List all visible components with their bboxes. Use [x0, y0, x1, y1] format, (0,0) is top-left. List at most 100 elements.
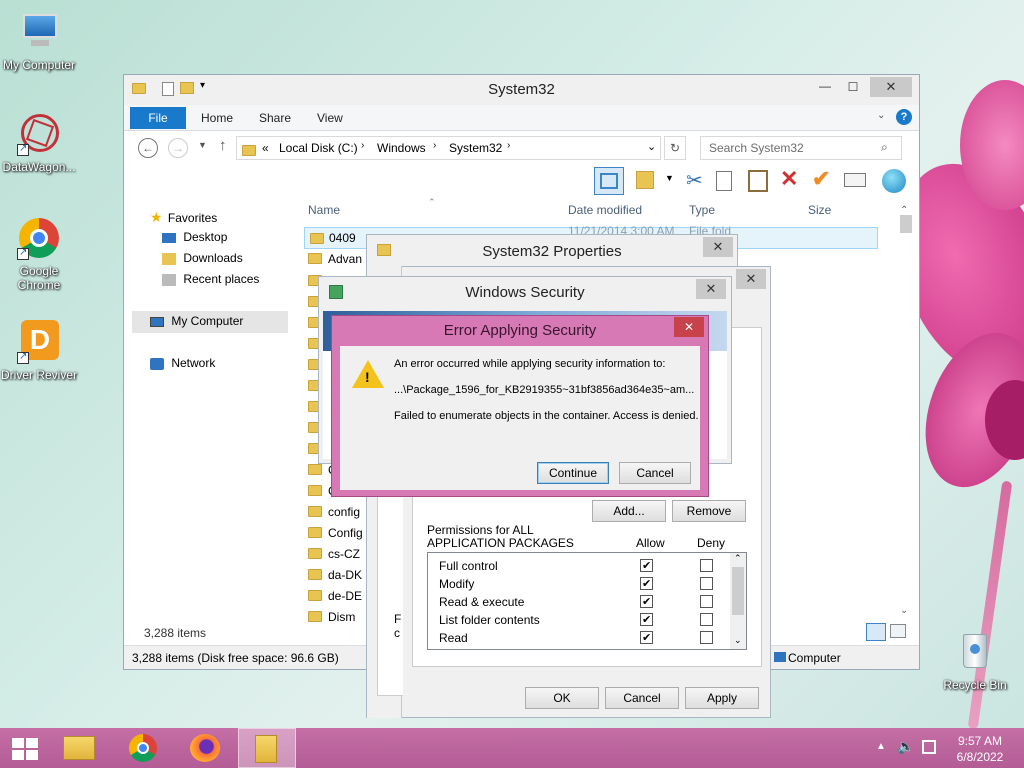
chevron-right-icon[interactable]: ›	[507, 140, 510, 151]
deny-read-execute-checkbox[interactable]	[700, 595, 713, 608]
explorer-title: System32	[488, 81, 555, 98]
scrollbar-thumb[interactable]	[732, 567, 744, 615]
column-date-modified[interactable]: Date modified	[568, 203, 642, 217]
allow-full-control-checkbox[interactable]	[640, 557, 653, 575]
recent-locations-icon[interactable]: ▼	[198, 140, 207, 150]
error-line2: ...\Package_1596_for_KB2919355~31bf3856a…	[394, 384, 695, 396]
chevron-down-icon[interactable]: ▼	[665, 173, 674, 183]
remove-button[interactable]: Remove	[672, 500, 746, 522]
desktop-icon	[162, 232, 176, 243]
globe-icon[interactable]	[882, 169, 906, 193]
nav-my-computer[interactable]: My Computer	[132, 311, 288, 333]
nav-recent-places[interactable]: Recent places	[162, 272, 259, 286]
allow-read-execute-checkbox[interactable]	[640, 593, 653, 611]
breadcrumb-windows[interactable]: Windows	[377, 141, 426, 155]
close-button[interactable]: ✕	[696, 279, 726, 299]
scroll-down-icon[interactable]: ⌄	[900, 605, 908, 616]
desktop-icon-datawagon[interactable]: DataWagon...	[1, 106, 77, 174]
tab-home[interactable]: Home	[201, 107, 233, 129]
nav-desktop[interactable]: Desktop	[162, 230, 227, 244]
scrollbar-thumb[interactable]	[900, 215, 912, 233]
column-name[interactable]: Name	[308, 203, 340, 217]
nav-favorites[interactable]: ★ Favorites	[150, 209, 217, 226]
up-button[interactable]: ↑	[219, 137, 227, 154]
apply-button[interactable]: Apply	[685, 687, 759, 709]
nav-network[interactable]: Network	[150, 356, 215, 370]
chevron-right-icon[interactable]: ›	[433, 140, 436, 151]
cancel-button[interactable]: Cancel	[619, 462, 691, 484]
address-bar[interactable]: « Local Disk (C:) › Windows › System32 ›…	[236, 136, 661, 160]
taskbar-file-explorer[interactable]	[50, 728, 108, 768]
breadcrumb-overflow[interactable]: «	[262, 141, 269, 155]
chevron-down-icon[interactable]: ⌄	[877, 110, 885, 121]
deny-read-checkbox[interactable]	[700, 631, 713, 644]
add-button[interactable]: Add...	[592, 500, 666, 522]
paste-icon[interactable]	[748, 170, 768, 192]
desktop-icon-driver-reviver[interactable]: D Driver Reviver	[1, 320, 77, 382]
delete-icon[interactable]: ✕	[780, 166, 798, 192]
copy-icon[interactable]	[716, 171, 732, 191]
column-size[interactable]: Size	[808, 203, 831, 217]
allow-list-folder-checkbox[interactable]	[640, 611, 653, 629]
explorer-titlebar: ▾ System32 — ☐ ✕	[124, 75, 919, 105]
scroll-down-icon[interactable]: ⌄	[734, 635, 742, 646]
tab-view[interactable]: View	[317, 107, 343, 129]
folder-icon	[308, 590, 322, 602]
vertical-scrollbar[interactable]: ⌃ ⌄	[897, 205, 913, 621]
close-button[interactable]: ✕	[870, 77, 912, 97]
cut-icon[interactable]: ✂	[686, 168, 703, 193]
help-icon[interactable]: ?	[896, 109, 912, 125]
minimize-button[interactable]: —	[812, 77, 838, 97]
search-input[interactable]: Search System32 ⌕	[700, 136, 902, 160]
close-button[interactable]: ✕	[674, 317, 704, 337]
continue-button[interactable]: Continue	[537, 462, 609, 484]
large-icons-view-icon[interactable]	[890, 624, 906, 638]
taskbar-chrome[interactable]	[114, 728, 172, 768]
cancel-button[interactable]: Cancel	[605, 687, 679, 709]
tray-time[interactable]: 9:57 AM	[955, 734, 1005, 748]
taskbar-folder-active[interactable]	[238, 728, 296, 768]
rename-icon[interactable]	[844, 173, 866, 187]
permission-row-read: Read	[428, 629, 746, 647]
forward-button[interactable]: →	[168, 138, 188, 158]
preview-pane-icon[interactable]	[594, 167, 624, 195]
refresh-button[interactable]: ↻	[664, 136, 686, 160]
chevron-down-icon[interactable]: ⌄	[647, 140, 656, 153]
close-button[interactable]: ✕	[736, 269, 766, 289]
truncated-label-f: F	[394, 612, 402, 626]
deny-modify-checkbox[interactable]	[700, 577, 713, 590]
volume-muted-icon[interactable]: 🔈	[897, 738, 914, 755]
folder-icon	[242, 145, 256, 157]
deny-list-folder-checkbox[interactable]	[700, 613, 713, 626]
back-button[interactable]: ←	[138, 138, 158, 158]
scroll-up-icon[interactable]: ⌃	[734, 553, 742, 564]
allow-modify-checkbox[interactable]	[640, 575, 653, 593]
taskbar-firefox[interactable]	[176, 728, 234, 768]
nav-downloads[interactable]: Downloads	[162, 251, 243, 265]
deny-full-control-checkbox[interactable]	[700, 559, 713, 572]
desktop-icon-my-computer[interactable]: My Computer	[1, 10, 77, 72]
close-button[interactable]: ✕	[703, 237, 733, 257]
maximize-button[interactable]: ☐	[840, 77, 866, 97]
allow-read-checkbox[interactable]	[640, 629, 653, 647]
permissions-scrollbar[interactable]: ⌃ ⌄	[730, 553, 746, 649]
folder-icon	[308, 569, 322, 581]
shortcut-arrow-icon	[17, 350, 29, 364]
breadcrumb-system32[interactable]: System32	[449, 141, 502, 155]
desktop-icon-google-chrome[interactable]: Google Chrome	[1, 216, 77, 292]
breadcrumb-local-disk[interactable]: Local Disk (C:)	[279, 141, 358, 155]
column-type[interactable]: Type	[689, 203, 715, 217]
desktop-icon-recycle-bin[interactable]: Recycle Bin	[937, 630, 1013, 692]
checkmark-icon[interactable]: ✔	[812, 166, 830, 192]
ok-button[interactable]: OK	[525, 687, 599, 709]
tab-share[interactable]: Share	[259, 107, 291, 129]
details-view-icon[interactable]	[866, 623, 886, 641]
show-hidden-icons[interactable]: ▲	[876, 741, 886, 752]
tab-file[interactable]: File	[130, 107, 186, 129]
start-button[interactable]	[0, 728, 48, 768]
chevron-right-icon[interactable]: ›	[361, 140, 364, 151]
folder-options-icon[interactable]	[636, 171, 654, 189]
network-tray-icon[interactable]	[922, 740, 936, 754]
tray-date[interactable]: 6/8/2022	[955, 750, 1005, 764]
recycle-bin-icon	[953, 630, 997, 674]
